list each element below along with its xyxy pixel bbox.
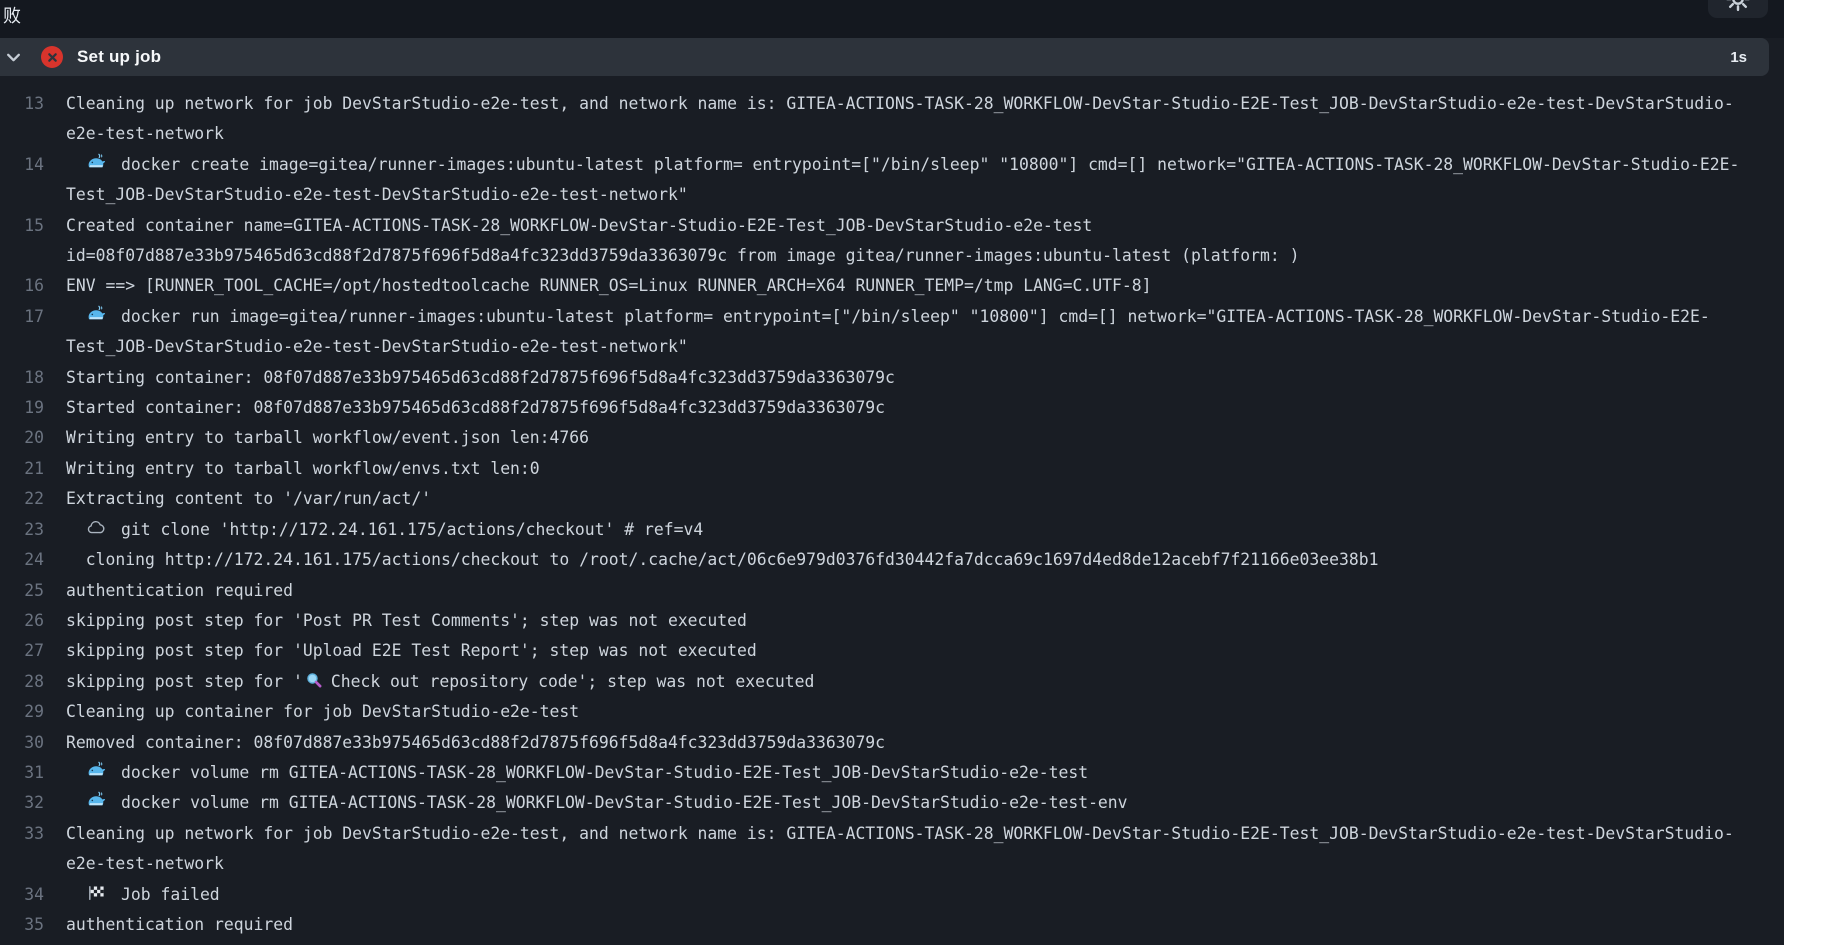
log-line: 14 docker create image=gitea/runner-imag…	[0, 150, 1784, 211]
checkered-flag-icon	[86, 883, 106, 903]
line-number[interactable]: 25	[0, 576, 44, 606]
log-line: 18 Starting container: 08f07d887e33b9754…	[0, 363, 1784, 393]
log-line: 34 Job failed	[0, 880, 1784, 910]
line-number[interactable]: 33	[0, 819, 44, 849]
line-number[interactable]: 13	[0, 89, 44, 119]
log-line: 30 Removed container: 08f07d887e33b97546…	[0, 728, 1784, 758]
log-text: authentication required	[66, 910, 1754, 940]
line-number[interactable]: 35	[0, 910, 44, 940]
log-line: 17 docker run image=gitea/runner-images:…	[0, 302, 1784, 363]
log-line: 33 Cleaning up network for job DevStarSt…	[0, 819, 1784, 880]
log-text: skipping post step for 'Post PR Test Com…	[66, 606, 1754, 636]
log-text: cloning http://172.24.161.175/actions/ch…	[66, 545, 1754, 575]
line-number[interactable]: 30	[0, 728, 44, 758]
log-line: 29 Cleaning up container for job DevStar…	[0, 697, 1784, 727]
log-line: 21 Writing entry to tarball workflow/env…	[0, 454, 1784, 484]
line-number[interactable]: 28	[0, 667, 44, 697]
log-line: 25 authentication required	[0, 576, 1784, 606]
line-number[interactable]: 23	[0, 515, 44, 545]
log-line: 23 git clone 'http://172.24.161.175/acti…	[0, 515, 1784, 545]
status-failed-badge	[41, 46, 63, 68]
line-number[interactable]: 17	[0, 302, 44, 332]
log-text: Cleaning up network for job DevStarStudi…	[66, 819, 1754, 880]
line-number[interactable]: 26	[0, 606, 44, 636]
line-number[interactable]: 24	[0, 545, 44, 575]
step-header-setup-job[interactable]: Set up job 1s	[0, 38, 1769, 76]
log-line: 24 cloning http://172.24.161.175/actions…	[0, 545, 1784, 575]
log-line: 26 skipping post step for 'Post PR Test …	[0, 606, 1784, 636]
line-number[interactable]: 21	[0, 454, 44, 484]
log-text: skipping post step for 'Check out reposi…	[66, 667, 1754, 697]
whale-icon	[86, 305, 106, 325]
line-number[interactable]: 34	[0, 880, 44, 910]
line-number[interactable]: 29	[0, 697, 44, 727]
log-text: docker create image=gitea/runner-images:…	[66, 150, 1754, 211]
whale-icon	[86, 153, 106, 173]
log-line: 15 Created container name=GITEA-ACTIONS-…	[0, 211, 1784, 272]
log-text: ENV ==> [RUNNER_TOOL_CACHE=/opt/hostedto…	[66, 271, 1754, 301]
line-number[interactable]: 31	[0, 758, 44, 788]
log-text: Created container name=GITEA-ACTIONS-TAS…	[66, 211, 1754, 272]
log-line: 13 Cleaning up network for job DevStarSt…	[0, 89, 1784, 150]
log-settings-button[interactable]	[1708, 0, 1768, 18]
log-line: 22 Extracting content to '/var/run/act/'	[0, 484, 1784, 514]
log-text: Started container: 08f07d887e33b975465d6…	[66, 393, 1754, 423]
log-lines-container: 13 Cleaning up network for job DevStarSt…	[0, 76, 1784, 940]
log-line: 19 Started container: 08f07d887e33b97546…	[0, 393, 1784, 423]
log-text: Writing entry to tarball workflow/event.…	[66, 423, 1754, 453]
whale-icon	[86, 791, 106, 811]
log-text: Extracting content to '/var/run/act/'	[66, 484, 1754, 514]
line-number[interactable]: 20	[0, 423, 44, 453]
line-number[interactable]: 32	[0, 788, 44, 818]
log-text: Writing entry to tarball workflow/envs.t…	[66, 454, 1754, 484]
log-line: 35 authentication required	[0, 910, 1784, 940]
log-text: authentication required	[66, 576, 1754, 606]
line-number[interactable]: 19	[0, 393, 44, 423]
log-line: 31 docker volume rm GITEA-ACTIONS-TASK-2…	[0, 758, 1784, 788]
log-text: Cleaning up container for job DevStarStu…	[66, 697, 1754, 727]
log-text: Job failed	[66, 880, 1754, 910]
log-line: 20 Writing entry to tarball workflow/eve…	[0, 423, 1784, 453]
log-text: docker run image=gitea/runner-images:ubu…	[66, 302, 1754, 363]
line-number[interactable]: 14	[0, 150, 44, 180]
step-title: Set up job	[77, 47, 161, 67]
log-text: git clone 'http://172.24.161.175/actions…	[66, 515, 1754, 545]
log-text: Starting container: 08f07d887e33b975465d…	[66, 363, 1754, 393]
line-number[interactable]: 27	[0, 636, 44, 666]
log-text: Cleaning up network for job DevStarStudi…	[66, 89, 1754, 150]
job-topbar: 败	[0, 0, 1784, 38]
log-line: 28 skipping post step for 'Check out rep…	[0, 667, 1784, 697]
line-number[interactable]: 16	[0, 271, 44, 301]
log-text: skipping post step for 'Upload E2E Test …	[66, 636, 1754, 666]
line-number[interactable]: 15	[0, 211, 44, 241]
log-text: docker volume rm GITEA-ACTIONS-TASK-28_W…	[66, 758, 1754, 788]
gear-icon	[1725, 0, 1751, 12]
step-duration: 1s	[1730, 49, 1747, 66]
log-text: Removed container: 08f07d887e33b975465d6…	[66, 728, 1754, 758]
job-title-fragment: 败	[3, 4, 21, 28]
line-number[interactable]: 22	[0, 484, 44, 514]
chevron-down-icon[interactable]	[5, 49, 22, 66]
job-log-panel: 败 Set up job 1s 13 Cleaning up network f…	[0, 0, 1784, 945]
line-number[interactable]: 18	[0, 363, 44, 393]
x-circle-icon	[47, 52, 58, 63]
magnifier-icon	[305, 671, 323, 689]
log-line: 32 docker volume rm GITEA-ACTIONS-TASK-2…	[0, 788, 1784, 818]
log-text: docker volume rm GITEA-ACTIONS-TASK-28_W…	[66, 788, 1754, 818]
cloud-icon	[86, 518, 106, 538]
whale-icon	[86, 761, 106, 781]
log-line: 27 skipping post step for 'Upload E2E Te…	[0, 636, 1784, 666]
log-line: 16 ENV ==> [RUNNER_TOOL_CACHE=/opt/hoste…	[0, 271, 1784, 301]
